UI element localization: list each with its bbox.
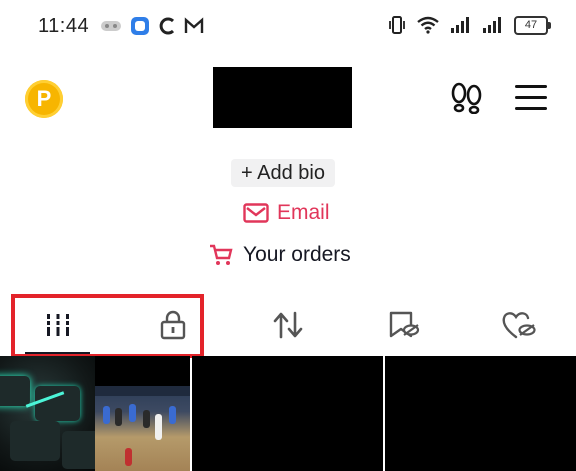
status-time: 11:44 [38, 15, 90, 37]
notification-icons [100, 16, 204, 36]
tab-liked[interactable] [486, 297, 551, 353]
system-icons: 47 [388, 15, 551, 35]
status-bar: 11:44 47 [0, 0, 576, 56]
video-thumbnail-3[interactable] [385, 356, 576, 471]
signal-icon-1 [451, 17, 469, 33]
battery-icon: 47 [514, 15, 551, 35]
video-grid [0, 356, 576, 471]
keyboard-thumbnail [0, 356, 95, 471]
cart-icon [210, 244, 233, 265]
envelope-icon [243, 203, 269, 223]
video-thumbnail-2[interactable] [192, 356, 383, 471]
vibrate-icon [389, 16, 405, 34]
signal-icon-2 [483, 17, 501, 33]
c-app-icon [159, 17, 175, 35]
tab-favorites[interactable] [370, 297, 435, 353]
bookmark-hidden-icon [389, 311, 419, 338]
repost-icon [273, 311, 302, 339]
app-notification-icon [131, 17, 149, 35]
video-thumbnail-1[interactable] [0, 356, 190, 471]
basketball-thumbnail [95, 386, 190, 471]
email-button[interactable]: Email [243, 201, 330, 225]
gmail-icon [184, 17, 204, 33]
highlight-box [11, 294, 204, 358]
email-label: Email [277, 201, 330, 224]
hamburger-menu-icon[interactable] [515, 85, 547, 118]
orders-label: Your orders [243, 243, 351, 266]
your-orders-button[interactable]: Your orders [209, 243, 351, 267]
redacted-username [213, 67, 352, 128]
coin-icon[interactable]: P [25, 80, 63, 118]
footprint-icon[interactable] [450, 82, 484, 119]
game-controller-icon [101, 21, 121, 31]
tab-reposts[interactable] [255, 297, 320, 353]
heart-hidden-icon [502, 312, 536, 339]
wifi-icon [417, 16, 439, 34]
add-bio-button[interactable]: + Add bio [231, 159, 335, 187]
